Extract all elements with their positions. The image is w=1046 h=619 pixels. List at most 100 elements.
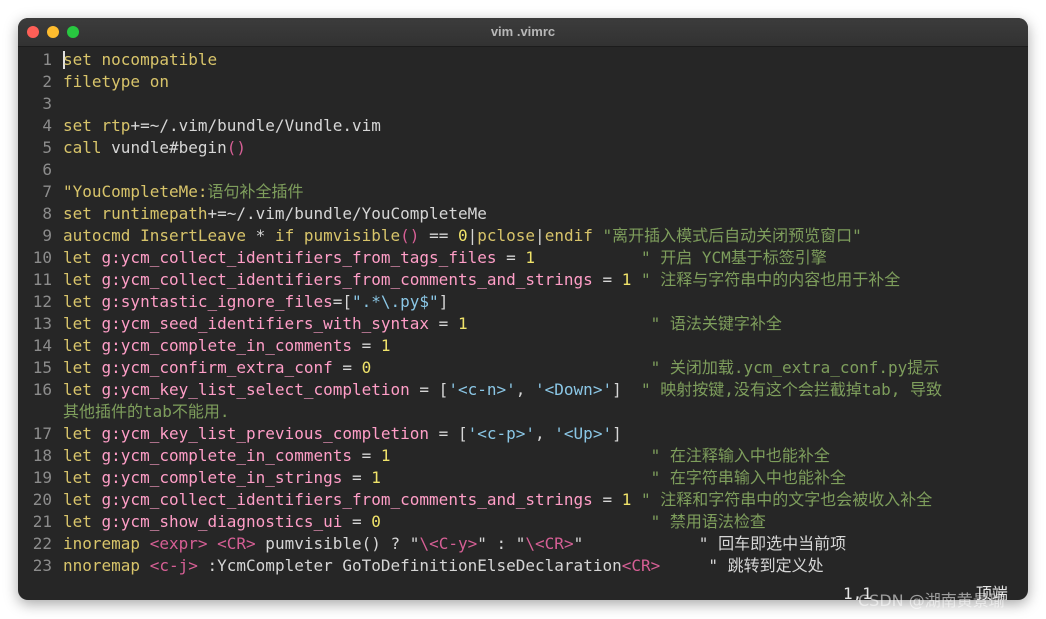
code-line[interactable]: 6 bbox=[18, 159, 63, 181]
code-line[interactable]: 10 let g:ycm_collect_identifiers_from_tag… bbox=[18, 247, 827, 269]
code-token: 1 bbox=[525, 248, 536, 267]
code-token: '<Up>' bbox=[554, 424, 613, 443]
line-number: 23 bbox=[32, 556, 52, 575]
code-token: let bbox=[63, 248, 102, 267]
code-token: pclose bbox=[477, 226, 536, 245]
code-token: "YouCompleteMe: bbox=[63, 182, 208, 201]
code-token: "离开插入模式后自动关闭预览窗口" bbox=[602, 226, 862, 245]
code-token: let bbox=[63, 512, 102, 531]
code-line[interactable]: 22 inoremap <expr> <CR> pumvisible() ? "\… bbox=[18, 533, 846, 555]
line-number: 22 bbox=[32, 534, 52, 553]
code-token: <c-j> bbox=[149, 556, 198, 575]
vim-editor[interactable]: 1 set nocompatible 2 filetype on 3 4 set rtp+=… bbox=[18, 49, 1028, 600]
code-line[interactable]: 18 let g:ycm_complete_in_comments = 1 " 在… bbox=[18, 445, 830, 467]
code-token: on bbox=[149, 72, 169, 91]
code-line[interactable]: 17 let g:ycm_key_list_previous_completion… bbox=[18, 423, 622, 445]
code-line[interactable]: 20 let g:ycm_collect_identifiers_from_com… bbox=[18, 489, 933, 511]
code-token: InsertLeave bbox=[140, 226, 247, 245]
code-token: 1 bbox=[371, 468, 381, 487]
code-token: | bbox=[467, 226, 478, 245]
line-number: 17 bbox=[32, 424, 52, 443]
code-line[interactable]: 23 nnoremap <c-j> :YcmCompleter GoToDefin… bbox=[18, 555, 824, 577]
line-number: 19 bbox=[32, 468, 52, 487]
code-line[interactable]: 4 set rtp+=~/.vim/bundle/Vundle.vim bbox=[18, 115, 381, 137]
code-token: g:ycm_collect_identifiers_from_tags_file… bbox=[101, 248, 497, 267]
code-line[interactable]: 15 let g:ycm_confirm_extra_conf = 0 " 关闭加… bbox=[18, 357, 940, 379]
code-line[interactable]: 9 autocmd InsertLeave * if pumvisible() =… bbox=[18, 225, 862, 247]
line-number: 8 bbox=[42, 204, 52, 223]
code-token: call bbox=[63, 138, 112, 157]
code-line[interactable]: 5 call vundle#begin() bbox=[18, 137, 246, 159]
code-line[interactable]: 21 let g:ycm_show_diagnostics_ui = 0 " 禁用… bbox=[18, 511, 766, 533]
code-line[interactable]: 13 let g:ycm_seed_identifiers_with_syntax… bbox=[18, 313, 782, 335]
code-token: = [ bbox=[409, 380, 449, 399]
code-token: = bbox=[592, 270, 622, 289]
code-token: = bbox=[592, 490, 622, 509]
code-token: <CR> bbox=[621, 556, 661, 575]
line-number: 21 bbox=[32, 512, 52, 531]
code-token: 1 bbox=[380, 446, 391, 465]
code-line[interactable]: 19 let g:ycm_complete_in_strings = 1 " 在字… bbox=[18, 467, 846, 489]
code-token: " 注释和字符串中的文字也会被收入补全 bbox=[631, 490, 933, 509]
code-token: 0 bbox=[371, 512, 381, 531]
code-line[interactable]: 2 filetype on bbox=[18, 71, 169, 93]
window-title: vim .vimrc bbox=[490, 24, 556, 39]
line-number: 7 bbox=[42, 182, 52, 201]
code-token: " 映射按键,没有这个会拦截掉tab, 导致 bbox=[621, 380, 943, 399]
code-token: 1 bbox=[621, 270, 632, 289]
code-token: if bbox=[274, 226, 304, 245]
code-token: g:ycm_seed_identifiers_with_syntax bbox=[101, 314, 430, 333]
line-number: 16 bbox=[32, 380, 52, 399]
code-token: set bbox=[63, 116, 102, 135]
line-number: 10 bbox=[32, 248, 52, 267]
code-line[interactable]: 11 let g:ycm_collect_identifiers_from_com… bbox=[18, 269, 901, 291]
code-token: " " 回车即选中当前项 bbox=[573, 534, 847, 553]
code-line[interactable]: 12 let g:syntastic_ignore_files=[".*\.py$… bbox=[18, 291, 449, 313]
code-token: +=~/.vim/bundle/Vundle.vim bbox=[130, 116, 381, 135]
terminal-window: vim .vimrc 1 set nocompatible 2 filetype on… bbox=[18, 18, 1028, 600]
code-token: = [ bbox=[429, 424, 468, 443]
code-token: set bbox=[63, 50, 102, 69]
code-line[interactable]: 1 set nocompatible bbox=[18, 49, 217, 71]
code-line[interactable]: 3 bbox=[18, 93, 63, 115]
code-line[interactable]: 16 let g:ycm_key_list_select_completion =… bbox=[18, 379, 942, 401]
code-token: = bbox=[342, 512, 372, 531]
code-token: g:ycm_complete_in_comments bbox=[101, 446, 352, 465]
code-token: g:ycm_confirm_extra_conf bbox=[101, 358, 333, 377]
code-token: set bbox=[63, 204, 102, 223]
code-line[interactable]: 8 set runtimepath+=~/.vim/bundle/YouCompl… bbox=[18, 203, 487, 225]
code-token: vundle#begin bbox=[111, 138, 227, 157]
code-token: g:ycm_complete_in_comments bbox=[101, 336, 352, 355]
code-token: '<c-n>' bbox=[448, 380, 516, 399]
code-token: * bbox=[246, 226, 275, 245]
code-token: let bbox=[63, 446, 102, 465]
code-token: () bbox=[400, 226, 420, 245]
code-token: filetype bbox=[63, 72, 150, 91]
code-token: autocmd bbox=[63, 226, 141, 245]
code-token: , bbox=[535, 424, 555, 443]
line-number: 15 bbox=[32, 358, 52, 377]
code-token: 0 bbox=[457, 226, 468, 245]
line-number: 20 bbox=[32, 490, 52, 509]
code-token: " 语法关键字补全 bbox=[467, 314, 782, 333]
code-token: let bbox=[63, 314, 102, 333]
code-token: = bbox=[351, 446, 381, 465]
line-number: 4 bbox=[42, 116, 52, 135]
code-token: g:ycm_show_diagnostics_ui bbox=[101, 512, 343, 531]
code-token: rtp bbox=[101, 116, 131, 135]
code-token: " 注释与字符串中的内容也用于补全 bbox=[631, 270, 901, 289]
line-number: 5 bbox=[42, 138, 52, 157]
code-token: runtimepath bbox=[101, 204, 208, 223]
line-number: 6 bbox=[42, 160, 52, 179]
code-token: 语句补全插件 bbox=[207, 182, 304, 201]
code-line[interactable]: 7 "YouCompleteMe:语句补全插件 bbox=[18, 181, 304, 203]
code-token: inoremap bbox=[63, 534, 150, 553]
code-line[interactable]: 14 let g:ycm_complete_in_comments = 1 bbox=[18, 335, 391, 357]
code-token: ] bbox=[612, 424, 622, 443]
line-number: 1 bbox=[42, 50, 52, 69]
code-token: let bbox=[63, 490, 102, 509]
code-token: let bbox=[63, 468, 102, 487]
code-token: " 在字符串输入中也能补全 bbox=[380, 468, 846, 487]
code-token: nnoremap bbox=[63, 556, 150, 575]
code-token: <CR> bbox=[217, 534, 256, 553]
